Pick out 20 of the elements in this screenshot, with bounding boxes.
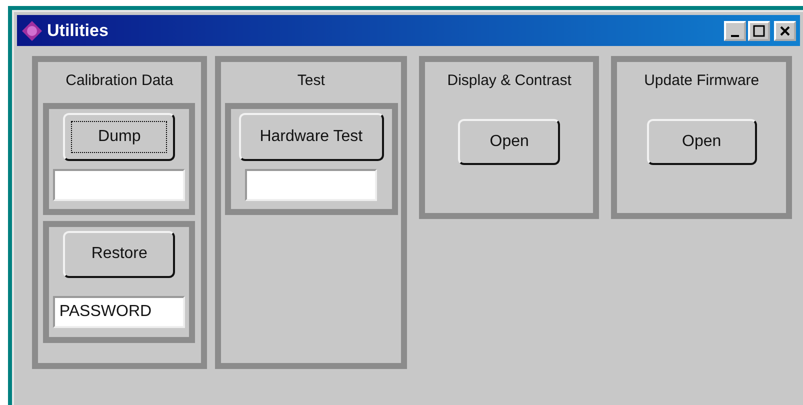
- button[interactable]: Dump: [63, 112, 176, 160]
- input-field[interactable]: [53, 168, 186, 200]
- button[interactable]: Open: [458, 118, 560, 164]
- window-title: Utilities: [47, 20, 108, 42]
- app-icon: [21, 20, 43, 42]
- minimize-icon: [731, 34, 739, 36]
- maximize-button[interactable]: [748, 20, 770, 40]
- panel-title: Test: [297, 71, 325, 91]
- close-icon: [779, 24, 791, 36]
- button[interactable]: Restore: [63, 230, 176, 278]
- minimize-button[interactable]: [724, 20, 746, 40]
- maximize-icon: [753, 24, 765, 36]
- panel-title: Calibration Data: [66, 71, 174, 91]
- button[interactable]: Hardware Test: [238, 112, 384, 160]
- panel-title: Display & Contrast: [447, 71, 572, 91]
- button[interactable]: Open: [646, 118, 757, 164]
- panel-title: Update Firmware: [644, 71, 760, 91]
- input-field[interactable]: PASSWORD: [53, 296, 186, 328]
- input-field[interactable]: [245, 168, 378, 200]
- close-button[interactable]: [774, 20, 796, 40]
